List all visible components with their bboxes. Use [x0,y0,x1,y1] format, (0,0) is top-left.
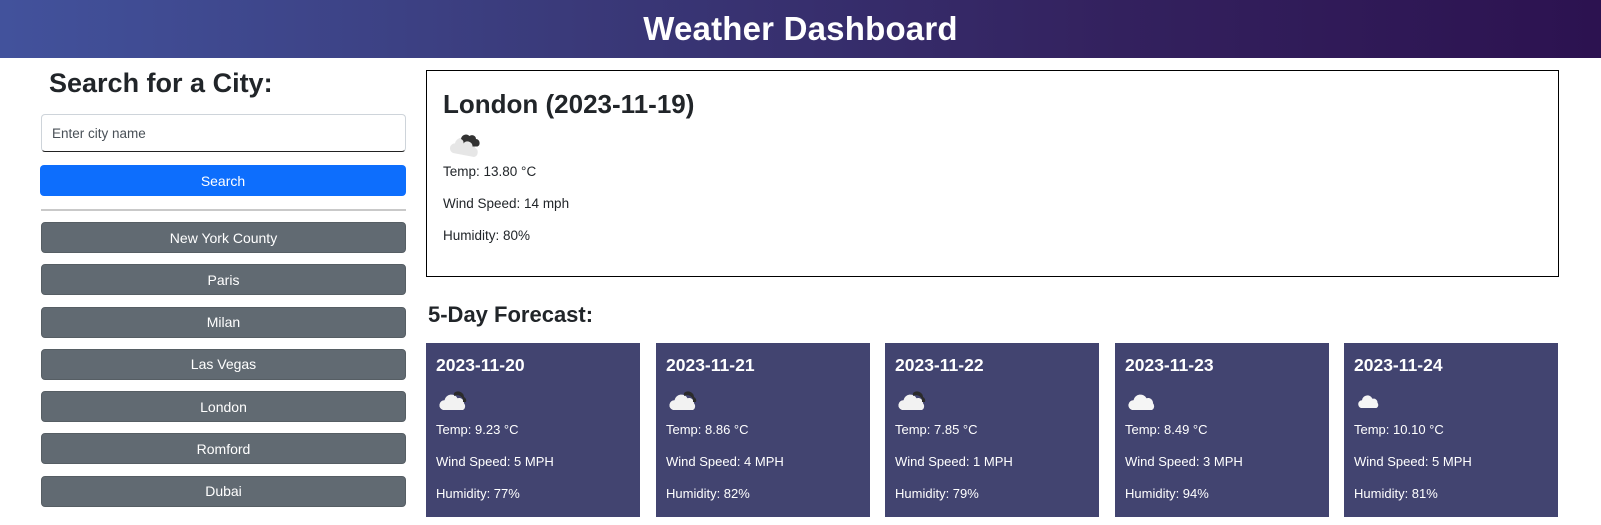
forecast-title: 5-Day Forecast: [428,302,594,327]
forecast-date: 2023-11-20 [436,355,525,375]
history-button-new-york-county[interactable]: New York County [41,222,406,253]
cloud-icon [1358,395,1379,408]
cloud-icon [1128,394,1155,410]
current-humidity: Humidity: 80% [443,228,531,243]
current-temp: Temp: 13.80 °C [443,164,537,179]
forecast-card: 2023-11-21 Temp: 8.86 °C Wind Speed: 4 M… [656,343,870,517]
forecast-temp: Temp: 10.10 °C [1354,422,1444,437]
current-city-title: London (2023-11-19) [443,89,695,119]
search-history: New York County Paris Milan Las Vegas Lo… [41,222,406,518]
forecast-temp: Temp: 8.49 °C [1125,422,1208,437]
forecast-wind: Wind Speed: 5 MPH [1354,454,1472,469]
forecast-temp: Temp: 9.23 °C [436,422,519,437]
app-header: Weather Dashboard [0,0,1601,58]
history-button-las-vegas[interactable]: Las Vegas [41,348,406,380]
forecast-wind: Wind Speed: 1 MPH [895,454,1013,469]
broken-clouds-icon [449,134,480,157]
history-button-dubai[interactable]: Dubai [41,475,406,507]
forecast-date: 2023-11-23 [1125,355,1214,375]
page-title: Weather Dashboard [643,10,958,47]
current-wind: Wind Speed: 14 mph [443,196,570,211]
search-button[interactable]: Search [40,165,406,196]
forecast-humidity: Humidity: 77% [436,486,520,501]
forecast-humidity: Humidity: 79% [895,486,979,501]
history-button-romford[interactable]: Romford [41,433,406,465]
history-button-milan[interactable]: Milan [41,306,406,338]
cloud-icon [898,391,926,410]
forecast-date: 2023-11-21 [666,355,755,375]
forecast-temp: Temp: 8.86 °C [666,422,749,437]
forecast-humidity: Humidity: 82% [666,486,750,501]
forecast-card: 2023-11-22 Temp: 7.85 °C Wind Speed: 1 M… [885,343,1099,517]
current-weather-card: London (2023-11-19) Temp: 13.80 °C Wind … [426,70,1559,277]
cloud-icon [439,391,467,410]
forecast-humidity: Humidity: 94% [1125,486,1209,501]
forecast-wind: Wind Speed: 5 MPH [436,454,554,469]
history-button-london[interactable]: London [41,391,406,423]
forecast-card: 2023-11-20 Temp: 9.23 °C Wind Speed: 5 M… [426,343,640,517]
forecast-date: 2023-11-24 [1354,355,1443,375]
search-title: Search for a City: [49,68,273,98]
forecast-wind: Wind Speed: 4 MPH [666,454,784,469]
city-search-input[interactable] [41,114,406,152]
forecast-humidity: Humidity: 81% [1354,486,1438,501]
forecast-wind: Wind Speed: 3 MPH [1125,454,1243,469]
sidebar-divider [41,209,406,211]
cloud-icon [669,391,697,410]
forecast-card: 2023-11-24 Temp: 10.10 °C Wind Speed: 5 … [1344,343,1558,517]
forecast-temp: Temp: 7.85 °C [895,422,978,437]
forecast-date: 2023-11-22 [895,355,984,375]
forecast-card: 2023-11-23 Temp: 8.49 °C Wind Speed: 3 M… [1115,343,1329,517]
history-button-paris[interactable]: Paris [41,264,406,296]
